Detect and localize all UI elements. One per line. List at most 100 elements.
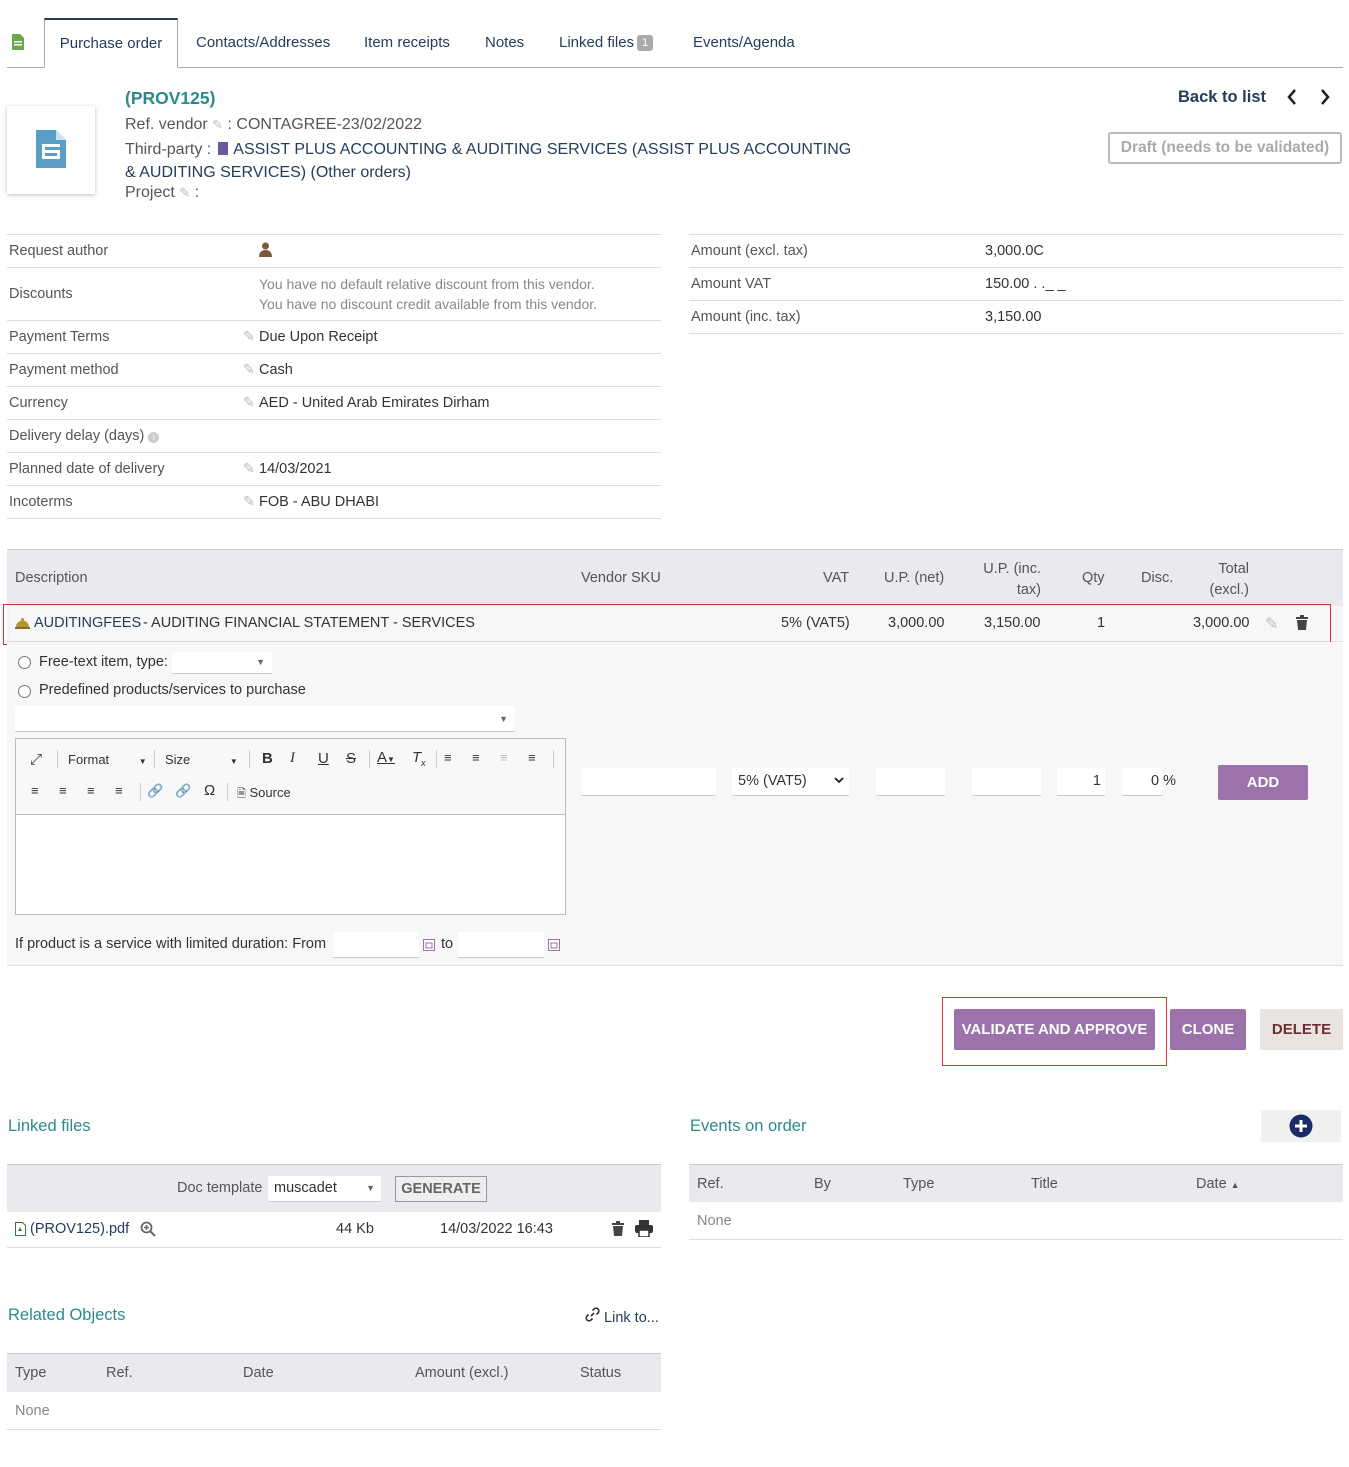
other-orders-link[interactable]: (Other orders) xyxy=(311,164,411,181)
format-dropdown[interactable]: Format ▼ xyxy=(68,752,147,767)
generate-button[interactable]: GENERATE xyxy=(395,1176,487,1202)
outdent-icon[interactable]: ≡ xyxy=(500,750,508,765)
editor-text-area[interactable] xyxy=(16,814,565,914)
toolbar-separator xyxy=(249,750,250,768)
field-label: Payment Terms xyxy=(7,320,237,354)
col-date[interactable]: Date ▲ xyxy=(1196,1176,1240,1192)
toolbar-separator xyxy=(227,783,228,801)
indent-icon[interactable]: ≡ xyxy=(528,750,536,765)
size-dropdown[interactable]: Size ▼ xyxy=(165,752,238,767)
col-up-net: U.P. (net) xyxy=(884,570,945,586)
align-right-icon[interactable]: ≡ xyxy=(87,783,95,798)
italic-icon[interactable]: I xyxy=(290,750,295,767)
col-by: By xyxy=(814,1176,831,1192)
link-icon[interactable]: 🔗 xyxy=(147,783,163,799)
validate-approve-button[interactable]: VALIDATE AND APPROVE xyxy=(954,1009,1155,1050)
up-net-input[interactable] xyxy=(876,768,945,796)
amount-label: Amount (inc. tax) xyxy=(689,300,983,334)
back-to-list-link[interactable]: Back to list xyxy=(1178,88,1266,107)
maximize-icon[interactable]: ⤢ xyxy=(30,751,42,768)
amount-row: Amount VAT 150.00 . ._ _ xyxy=(689,267,1343,301)
edit-planned-date-icon[interactable]: ✎ xyxy=(237,452,257,486)
print-icon[interactable] xyxy=(635,1220,653,1240)
file-date: 14/03/2022 16:43 xyxy=(440,1221,553,1237)
edit-incoterms-icon[interactable]: ✎ xyxy=(237,485,257,519)
edit-project-icon[interactable]: ✎ xyxy=(179,185,190,200)
to-label: to xyxy=(441,936,454,952)
tab-item-receipts[interactable]: Item receipts xyxy=(364,18,450,68)
status-badge: Draft (needs to be validated) xyxy=(1108,132,1342,164)
product-select[interactable]: ▼ xyxy=(15,706,515,732)
align-left-icon[interactable]: ≡ xyxy=(31,783,39,798)
chevron-down-icon: ▼ xyxy=(229,757,238,766)
bold-icon[interactable]: B xyxy=(262,750,273,767)
tab-purchase-order[interactable]: Purchase order xyxy=(44,18,178,68)
bullet-list-icon[interactable]: ≡ xyxy=(472,750,480,765)
field-row-currency: Currency ✎ AED - United Arab Emirates Di… xyxy=(7,386,661,420)
tab-linked-files[interactable]: Linked files 1 xyxy=(559,18,654,68)
tab-contacts[interactable]: Contacts/Addresses xyxy=(196,18,330,68)
file-row: (PROV125).pdf 44 Kb 14/03/2022 16:43 xyxy=(7,1212,661,1248)
lines-table-header: Description Vendor SKU VAT U.P. (net) U.… xyxy=(7,549,1343,606)
col-description: Description xyxy=(15,570,88,586)
chevron-down-icon: ▼ xyxy=(138,757,147,766)
doc-template-select[interactable]: muscadet ▼ xyxy=(268,1176,381,1202)
numbered-list-icon[interactable]: ≡ xyxy=(444,750,452,765)
events-title: Events on order xyxy=(690,1117,807,1135)
special-char-icon[interactable]: Ω xyxy=(204,782,215,799)
events-table-header: Ref. By Type Title Date ▲ xyxy=(689,1164,1343,1202)
col-amount: Amount (excl.) xyxy=(415,1365,509,1381)
predefined-radio[interactable] xyxy=(18,685,31,698)
thirdparty-label: Third-party : xyxy=(125,141,212,158)
previous-icon[interactable] xyxy=(1286,88,1298,109)
ref-vendor-row: Ref. vendor ✎ : CONTAGREE-23/02/2022 xyxy=(125,116,422,134)
calendar-icon[interactable] xyxy=(423,938,435,954)
edit-payment-terms-icon[interactable]: ✎ xyxy=(237,320,257,354)
delete-button[interactable]: DELETE xyxy=(1260,1009,1343,1050)
delete-file-icon[interactable] xyxy=(612,1221,624,1239)
edit-ref-vendor-icon[interactable]: ✎ xyxy=(212,117,223,132)
toolbar-separator xyxy=(140,783,141,801)
date-start-input[interactable] xyxy=(333,932,419,958)
align-center-icon[interactable]: ≡ xyxy=(59,783,67,798)
tab-bar: Purchase order Contacts/Addresses Item r… xyxy=(7,18,1343,68)
unlink-icon[interactable]: 🔗 xyxy=(175,783,191,799)
up-inc-input[interactable] xyxy=(972,768,1041,796)
file-link[interactable]: (PROV125).pdf xyxy=(30,1221,129,1237)
text-color-icon[interactable]: A▼ xyxy=(377,749,395,766)
service-duration-label: If product is a service with limited dur… xyxy=(15,936,327,952)
free-text-type-select[interactable]: ▼ xyxy=(172,652,272,674)
clone-button[interactable]: CLONE xyxy=(1170,1009,1246,1050)
date-end-input[interactable] xyxy=(458,932,544,958)
thirdparty-link[interactable]: ASSIST PLUS ACCOUNTING & AUDITING SERVIC… xyxy=(125,141,851,181)
source-button[interactable]: 🗎 Source xyxy=(237,785,291,804)
doc-template-value: muscadet xyxy=(274,1180,337,1196)
calendar-icon[interactable] xyxy=(548,938,560,954)
link-to-button[interactable]: Link to... xyxy=(585,1307,659,1326)
tab-events[interactable]: Events/Agenda xyxy=(693,18,795,68)
discount-input[interactable]: 0 % xyxy=(1122,768,1176,796)
qty-input[interactable]: 1 xyxy=(1057,768,1105,796)
discount-line-2: You have no discount credit available fr… xyxy=(259,296,598,312)
add-event-button[interactable] xyxy=(1261,1110,1341,1142)
preview-icon[interactable] xyxy=(140,1221,156,1240)
align-justify-icon[interactable]: ≡ xyxy=(115,783,123,798)
edit-currency-icon[interactable]: ✎ xyxy=(237,386,257,420)
edit-payment-method-icon[interactable]: ✎ xyxy=(237,353,257,387)
linked-files-title: Linked files xyxy=(8,1117,91,1135)
tab-notes[interactable]: Notes xyxy=(485,18,524,68)
free-text-radio[interactable] xyxy=(18,656,31,669)
strikethrough-icon[interactable]: S xyxy=(346,750,356,767)
field-value: FOB - ABU DHABI xyxy=(257,485,661,519)
thirdparty-name-line2: & AUDITING SERVICES) xyxy=(125,164,307,181)
add-line-button[interactable]: ADD xyxy=(1218,765,1308,800)
vendor-sku-input[interactable] xyxy=(582,768,716,796)
underline-icon[interactable]: U xyxy=(318,750,329,767)
toolbar-separator xyxy=(57,750,58,768)
related-empty: None xyxy=(15,1403,50,1419)
next-icon[interactable] xyxy=(1319,88,1331,109)
vat-select[interactable]: 5% (VAT5) xyxy=(732,768,849,796)
chain-icon xyxy=(585,1307,604,1326)
remove-format-icon[interactable]: Tx xyxy=(412,749,426,768)
document-thumbnail xyxy=(7,106,95,194)
